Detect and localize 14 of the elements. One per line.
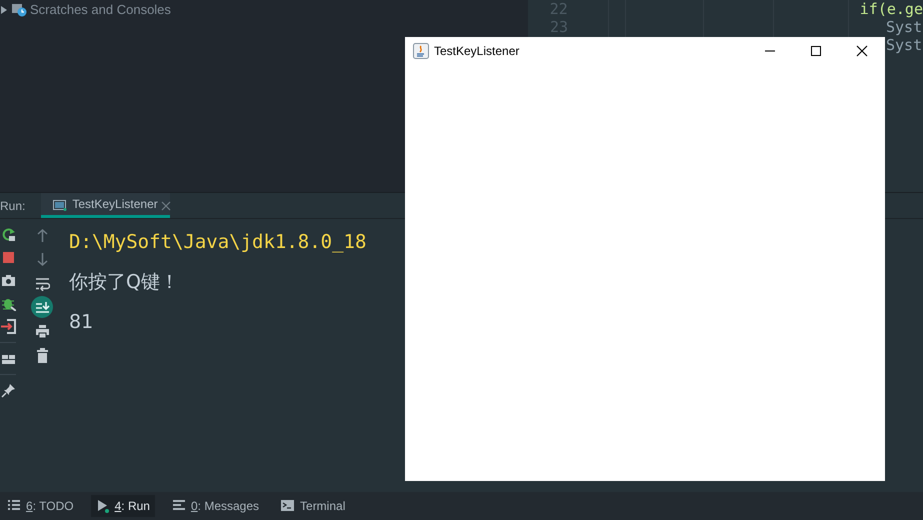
run-tab[interactable]: TestKeyListener — [41, 193, 170, 218]
code-line: Syst — [886, 18, 922, 36]
tool-window-button[interactable]: 4: Run — [90, 495, 155, 517]
window-title: TestKeyListener — [434, 43, 520, 60]
code-line: Syst — [886, 36, 922, 54]
tool-window-button[interactable]: 0: Messages — [166, 495, 264, 517]
tree-item[interactable]: Scratches and Consoles — [30, 0, 171, 20]
console-line: D:\MySoft\Java\jdk1.8.0_18 — [69, 230, 366, 255]
console-line: 81 — [69, 310, 94, 335]
console-line: 你按了Q键！ — [69, 270, 180, 295]
code-line: if(e.ge — [860, 0, 923, 18]
tool-window-button[interactable]: Terminal — [276, 495, 350, 517]
panel-label: Run: — [0, 198, 26, 214]
tool-window-button[interactable]: 6: TODO — [2, 495, 79, 517]
